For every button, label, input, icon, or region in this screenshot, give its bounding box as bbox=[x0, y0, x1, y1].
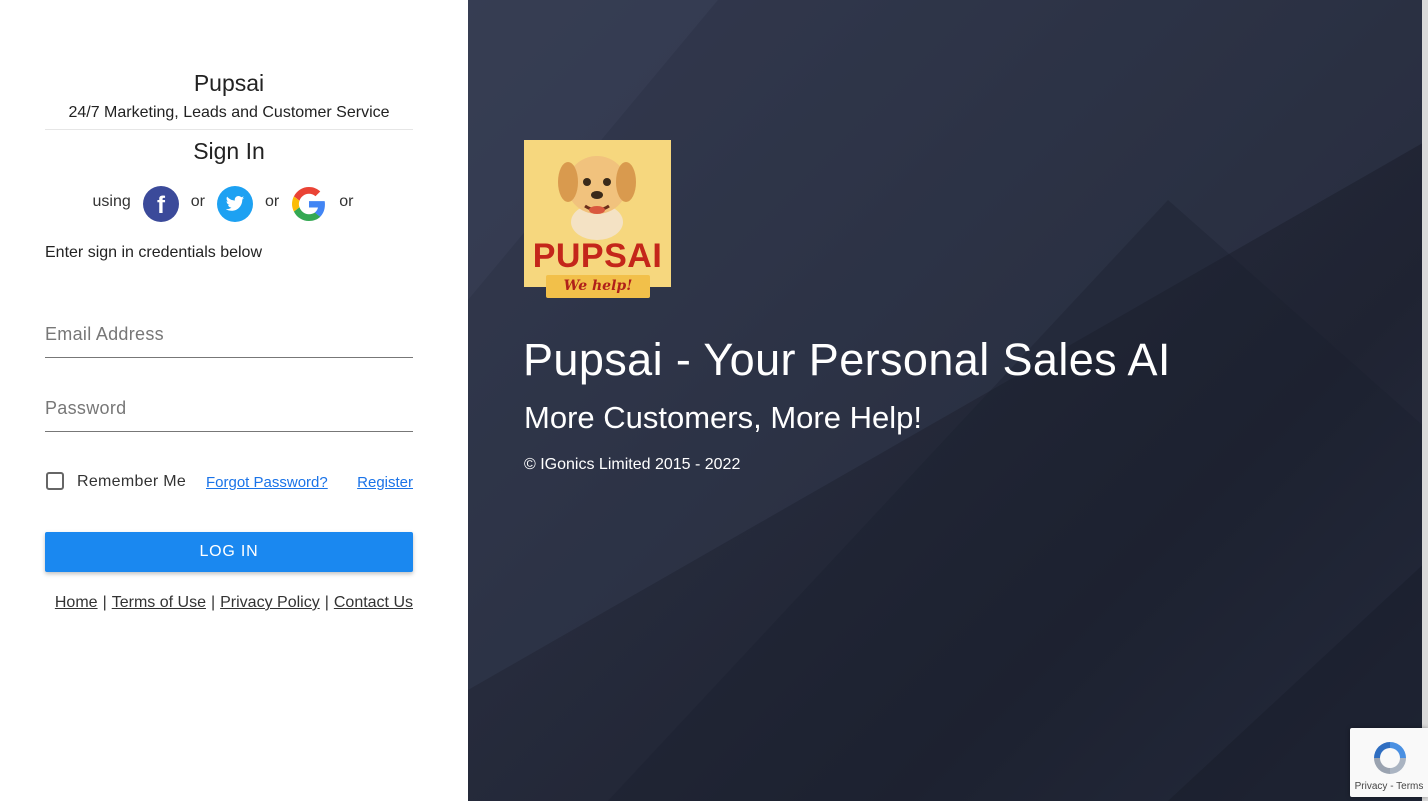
separator: | bbox=[102, 594, 107, 611]
hero-panel: PUPSAI We help! Pupsai - Your Personal S… bbox=[468, 0, 1428, 801]
hero-subtitle: More Customers, More Help! bbox=[524, 400, 922, 435]
app-name: Pupsai bbox=[193, 70, 265, 96]
login-button[interactable]: LOG IN bbox=[45, 532, 413, 572]
signin-instructions: Enter sign in credentials below bbox=[45, 244, 263, 261]
register-link[interactable]: Register bbox=[357, 474, 413, 491]
recaptcha-icon bbox=[1374, 742, 1406, 774]
app-tagline: 24/7 Marketing, Leads and Customer Servi… bbox=[68, 104, 390, 121]
footer-links: Home | Terms of Use | Privacy Policy | Contact… bbox=[45, 594, 413, 612]
divider bbox=[45, 129, 413, 130]
or-label: or bbox=[339, 193, 354, 210]
recaptcha-terms-link[interactable]: Terms bbox=[1396, 781, 1423, 792]
google-login-button[interactable] bbox=[291, 186, 328, 222]
google-icon bbox=[292, 187, 326, 221]
login-panel: Pupsai 24/7 Marketing, Leads and Custome… bbox=[0, 0, 468, 801]
svg-text:f: f bbox=[157, 192, 166, 219]
facebook-icon: f bbox=[157, 192, 166, 219]
or-label: or bbox=[190, 193, 205, 210]
privacy-policy-link[interactable]: Privacy Policy bbox=[220, 594, 320, 611]
pupsai-logo: PUPSAI We help! bbox=[524, 140, 671, 298]
email-input[interactable] bbox=[45, 311, 413, 357]
terms-of-use-link[interactable]: Terms of Use bbox=[112, 594, 206, 611]
recaptcha-badge[interactable]: Privacy - Terms bbox=[1350, 728, 1428, 797]
password-input[interactable] bbox=[45, 385, 413, 431]
home-link[interactable]: Home bbox=[55, 594, 98, 611]
hero-title: Pupsai - Your Personal Sales AI bbox=[523, 334, 1171, 385]
logo-ribbon: We help! bbox=[546, 275, 650, 298]
separator: | bbox=[324, 594, 329, 611]
signin-options-row: Remember Me Forgot Password? Register bbox=[45, 470, 413, 494]
twitter-login-button[interactable] bbox=[217, 186, 253, 222]
copyright: © IGonics Limited 2015 - 2022 bbox=[524, 456, 741, 473]
using-label: using bbox=[92, 193, 131, 210]
email-field bbox=[45, 311, 413, 358]
twitter-icon bbox=[225, 196, 245, 211]
password-field bbox=[45, 385, 413, 432]
signin-title: Sign In bbox=[193, 138, 265, 164]
forgot-password-link[interactable]: Forgot Password? bbox=[206, 474, 328, 491]
recaptcha-privacy-link[interactable]: Privacy bbox=[1355, 781, 1388, 792]
social-login-row: using f or or or bbox=[45, 186, 413, 222]
dog-mascot-icon bbox=[558, 156, 636, 240]
separator: | bbox=[210, 594, 216, 611]
or-label: or bbox=[265, 193, 280, 210]
logo-text: PUPSAI bbox=[532, 237, 663, 275]
recaptcha-links: Privacy - Terms bbox=[1350, 781, 1428, 792]
scrollbar[interactable] bbox=[1422, 0, 1428, 801]
recaptcha-dash: - bbox=[1390, 781, 1394, 792]
remember-me-checkbox[interactable] bbox=[46, 472, 64, 490]
remember-me-label[interactable]: Remember Me bbox=[77, 473, 186, 491]
facebook-login-button[interactable]: f bbox=[142, 186, 179, 222]
contact-us-link[interactable]: Contact Us bbox=[334, 594, 413, 611]
